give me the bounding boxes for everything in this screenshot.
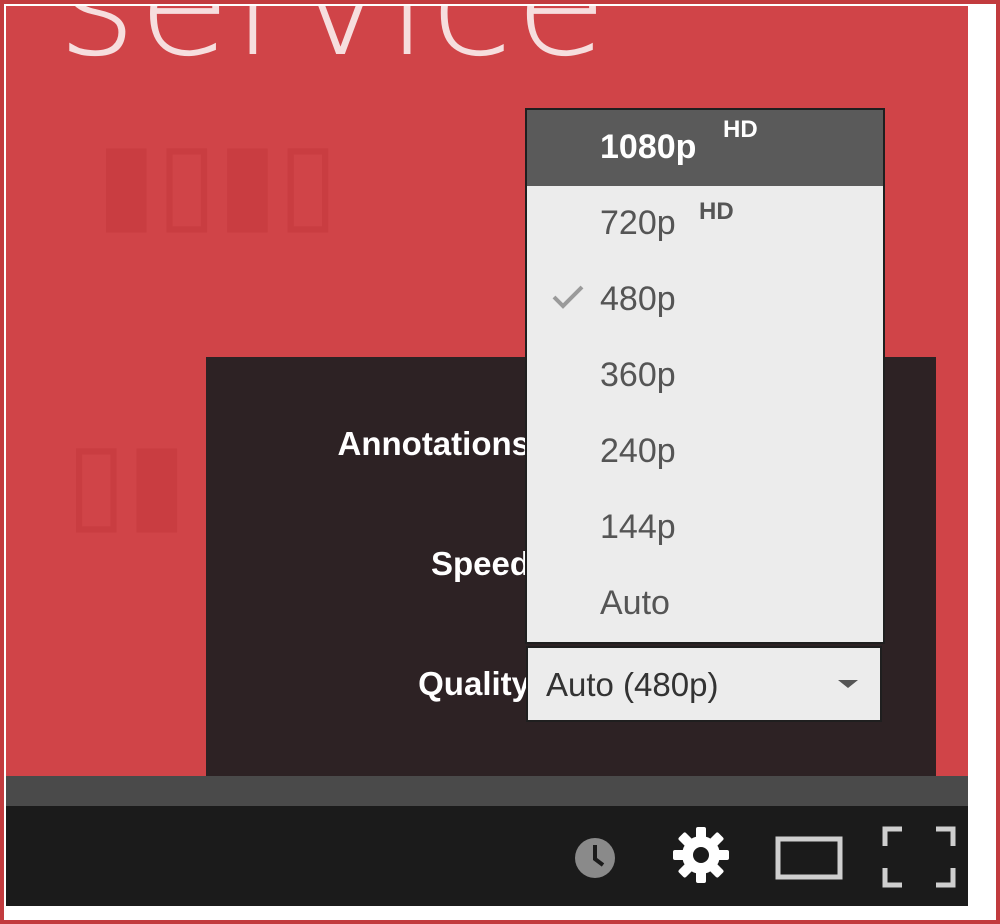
quality-option-label: 1080p — [600, 128, 697, 166]
quality-label: Quality — [418, 665, 530, 702]
quality-option-480p[interactable]: 480p — [527, 262, 883, 338]
quality-option-label: 240p — [600, 432, 676, 470]
settings-gear-icon[interactable] — [670, 824, 732, 886]
quality-option-auto[interactable]: Auto — [527, 566, 883, 642]
fullscreen-icon[interactable] — [882, 826, 956, 888]
video-background-shape: ▯▮ — [66, 417, 188, 545]
quality-option-label: Auto — [600, 584, 670, 622]
quality-option-144p[interactable]: 144p — [527, 490, 883, 566]
quality-select[interactable]: Auto (480p) — [526, 646, 882, 722]
annotations-label: Annotations — [337, 425, 530, 462]
quality-option-1080p[interactable]: 1080p HD — [527, 110, 883, 186]
chevron-down-icon — [838, 680, 858, 688]
player-controls-bar — [6, 776, 968, 906]
hd-badge: HD — [699, 198, 734, 225]
quality-option-label: 720p — [600, 204, 676, 242]
checkmark-icon — [552, 285, 584, 309]
watch-later-icon[interactable] — [573, 836, 617, 880]
quality-select-value: Auto (480p) — [546, 666, 719, 703]
quality-dropdown-menu: 1080p HD 720p HD 480p 360p 240p 144p Aut… — [525, 108, 885, 644]
frame-edge — [968, 6, 976, 906]
quality-option-label: 144p — [600, 508, 676, 546]
video-background-shape: ▮▯▮▯ — [96, 117, 339, 245]
quality-option-720p[interactable]: 720p HD — [527, 186, 883, 262]
theater-mode-icon[interactable] — [775, 836, 843, 880]
quality-option-240p[interactable]: 240p — [527, 414, 883, 490]
speed-label: Speed — [430, 545, 530, 582]
progress-bar[interactable] — [6, 776, 968, 806]
quality-option-360p[interactable]: 360p — [527, 338, 883, 414]
video-title-text: service — [58, 6, 609, 78]
hd-badge: HD — [723, 116, 758, 143]
quality-option-label: 480p — [600, 280, 676, 318]
quality-option-label: 360p — [600, 356, 676, 394]
